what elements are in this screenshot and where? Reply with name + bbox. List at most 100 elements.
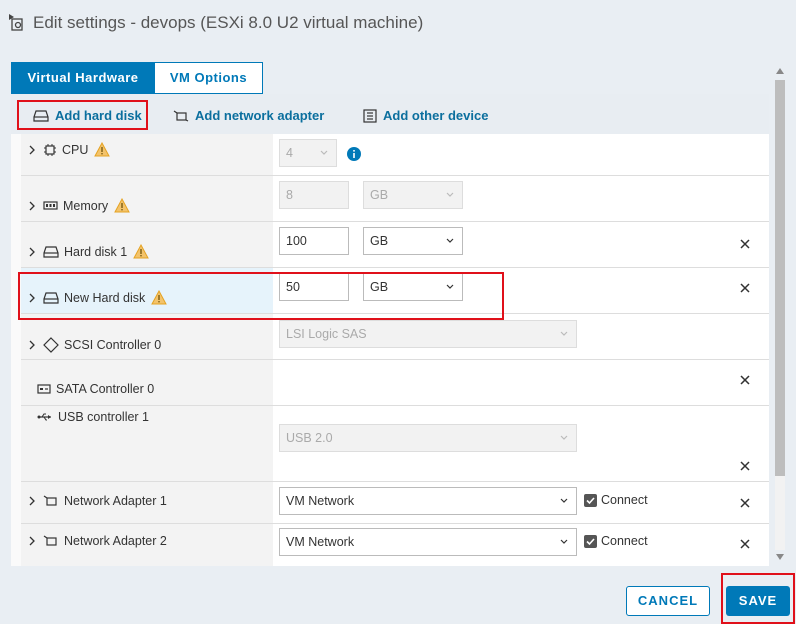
dialog-titlebar: Edit settings - devops (ESXi 8.0 U2 virt… xyxy=(0,0,796,50)
other-device-icon xyxy=(363,108,377,123)
usb-controller-type-value: USB 2.0 xyxy=(286,431,333,445)
scroll-up-icon[interactable] xyxy=(776,68,784,74)
cpu-count-select[interactable]: 4 xyxy=(279,139,337,167)
memory-unit-value: GB xyxy=(370,188,389,202)
chevron-right-icon xyxy=(29,496,35,506)
network-adapter-icon xyxy=(43,535,57,546)
remove-device-icon[interactable] xyxy=(739,282,751,294)
hard-disk-1-row-toggle[interactable]: Hard disk 1 xyxy=(27,244,150,259)
scsi-controller-row-toggle[interactable]: SCSI Controller 0 xyxy=(27,337,161,353)
scsi-controller-icon xyxy=(43,337,59,353)
hardware-toolbar: Add hard disk Add network adapter Add ot… xyxy=(11,94,769,134)
chevron-right-icon xyxy=(29,340,35,350)
hard-disk-icon xyxy=(43,291,59,304)
remove-device-icon[interactable] xyxy=(739,460,751,472)
network-adapter-1-network-select[interactable]: VM Network xyxy=(279,487,577,515)
add-hard-disk-label: Add hard disk xyxy=(55,108,142,123)
sata-controller-label: SATA Controller 0 xyxy=(56,382,155,396)
scsi-controller-type-select[interactable]: LSI Logic SAS xyxy=(279,320,577,348)
network-adapter-2-network-select[interactable]: VM Network xyxy=(279,528,577,556)
remove-device-icon[interactable] xyxy=(739,374,751,386)
sata-controller-row: SATA Controller 0 xyxy=(37,382,154,396)
add-other-device-label: Add other device xyxy=(383,108,489,123)
tab-vm-options[interactable]: VM Options xyxy=(155,62,263,94)
remove-device-icon[interactable] xyxy=(739,238,751,250)
chevron-right-icon xyxy=(29,536,35,546)
info-icon[interactable] xyxy=(347,147,361,161)
usb-controller-type-select[interactable]: USB 2.0 xyxy=(279,424,577,452)
memory-row-toggle[interactable]: Memory xyxy=(27,198,130,213)
warning-icon xyxy=(114,198,130,213)
scsi-controller-label: SCSI Controller 0 xyxy=(64,338,162,352)
chevron-down-icon xyxy=(560,435,568,440)
network-adapter-icon xyxy=(43,495,57,506)
cpu-label: CPU xyxy=(62,142,89,157)
hard-disk-icon xyxy=(43,245,59,258)
cancel-button[interactable]: CANCEL xyxy=(626,586,710,616)
device-row-network-adapter-1: Network Adapter 1 VM Network Connect xyxy=(21,482,769,524)
chevron-right-icon xyxy=(29,247,35,256)
chevron-right-icon xyxy=(29,293,35,302)
warning-icon xyxy=(151,290,168,305)
chevron-right-icon xyxy=(29,201,35,210)
device-row-usb-controller: USB controller 1 USB 2.0 xyxy=(21,406,769,482)
network-adapter-1-label: Network Adapter 1 xyxy=(64,494,167,508)
hard-disk-1-size-input[interactable]: 100 xyxy=(279,227,349,255)
scsi-controller-type-value: LSI Logic SAS xyxy=(286,327,367,341)
remove-device-icon[interactable] xyxy=(739,497,751,509)
chevron-down-icon xyxy=(446,238,454,243)
add-other-device-button[interactable]: Add other device xyxy=(363,108,488,123)
new-hard-disk-size-input[interactable]: 50 xyxy=(279,273,349,301)
sata-controller-icon xyxy=(37,384,51,394)
network-adapter-1-connect-checkbox[interactable] xyxy=(584,494,597,507)
memory-label: Memory xyxy=(63,198,109,213)
hard-disk-icon xyxy=(33,109,49,122)
network-adapter-2-connect-label: Connect xyxy=(601,534,648,548)
memory-unit-select[interactable]: GB xyxy=(363,181,463,209)
hard-disk-1-unit-select[interactable]: GB xyxy=(363,227,463,255)
hardware-panel: Add hard disk Add network adapter Add ot… xyxy=(11,94,769,566)
device-row-hard-disk-1: Hard disk 1 100 GB xyxy=(21,222,769,268)
new-hard-disk-unit-value: GB xyxy=(370,280,389,294)
device-row-sata-controller: SATA Controller 0 xyxy=(21,360,769,406)
device-row-cpu: CPU 4 xyxy=(21,134,769,176)
device-list-scrollbar[interactable] xyxy=(773,66,787,564)
memory-icon xyxy=(43,200,58,210)
add-network-adapter-label: Add network adapter xyxy=(195,108,325,123)
network-adapter-2-network-value: VM Network xyxy=(286,535,355,549)
network-adapter-1-network-value: VM Network xyxy=(286,494,355,508)
cpu-row-toggle[interactable]: CPU xyxy=(27,142,111,157)
device-row-network-adapter-2: Network Adapter 2 VM Network Connect xyxy=(21,524,769,566)
add-hard-disk-button[interactable]: Add hard disk xyxy=(33,108,142,123)
warning-icon xyxy=(94,142,111,157)
remove-device-icon[interactable] xyxy=(739,538,751,550)
vm-settings-icon xyxy=(8,12,26,32)
chevron-down-icon xyxy=(446,192,454,197)
scroll-down-icon[interactable] xyxy=(776,554,784,560)
device-list: CPU 4 Memory 8 GB Hard disk 1 100 GB New… xyxy=(21,134,769,566)
chevron-down-icon xyxy=(560,539,568,544)
checkmark-icon xyxy=(586,497,595,505)
new-hard-disk-row-toggle[interactable]: New Hard disk xyxy=(27,290,168,305)
usb-controller-label: USB controller 1 xyxy=(58,410,150,424)
scrollbar-thumb[interactable] xyxy=(775,80,785,476)
tab-virtual-hardware[interactable]: Virtual Hardware xyxy=(11,62,155,94)
dialog-title: Edit settings - devops (ESXi 8.0 U2 virt… xyxy=(33,13,424,32)
usb-controller-row: USB controller 1 xyxy=(37,410,149,424)
network-adapter-2-label: Network Adapter 2 xyxy=(64,534,167,548)
chevron-down-icon xyxy=(560,498,568,503)
add-network-adapter-button[interactable]: Add network adapter xyxy=(173,108,324,123)
checkmark-icon xyxy=(586,538,595,546)
memory-size-input[interactable]: 8 xyxy=(279,181,349,209)
save-button[interactable]: SAVE xyxy=(726,586,790,616)
new-hard-disk-unit-select[interactable]: GB xyxy=(363,273,463,301)
network-adapter-1-row-toggle[interactable]: Network Adapter 1 xyxy=(27,494,167,508)
network-adapter-2-row-toggle[interactable]: Network Adapter 2 xyxy=(27,534,167,548)
network-adapter-1-connect-label: Connect xyxy=(601,493,648,507)
network-adapter-2-connect-checkbox[interactable] xyxy=(584,535,597,548)
chevron-down-icon xyxy=(560,331,568,336)
usb-icon xyxy=(37,413,51,421)
device-row-new-hard-disk: New Hard disk 50 GB xyxy=(21,268,769,314)
new-hard-disk-label: New Hard disk xyxy=(64,290,146,305)
cpu-icon xyxy=(44,143,56,156)
